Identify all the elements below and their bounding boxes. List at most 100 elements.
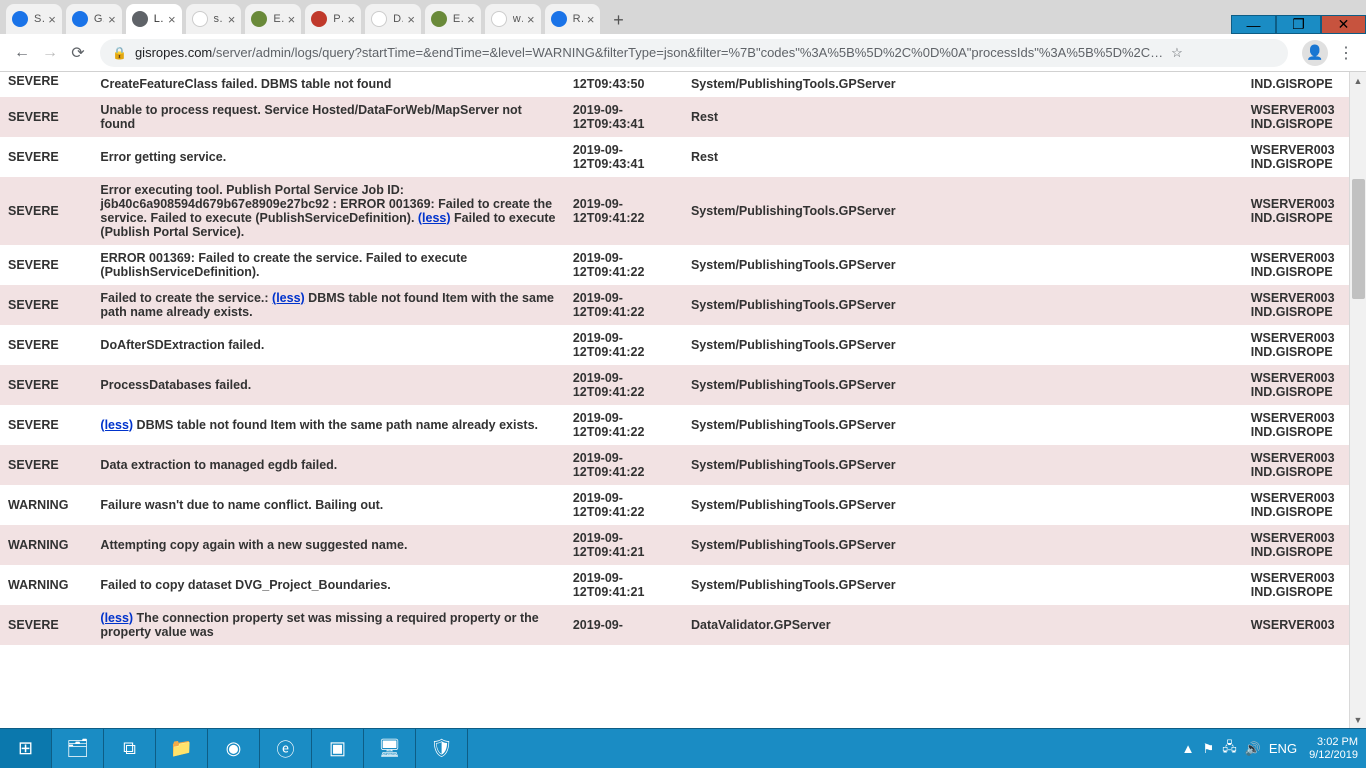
log-message: Failed to copy dataset DVG_Project_Bound…	[92, 565, 564, 605]
tab-favicon	[132, 11, 148, 27]
taskbar-app-button[interactable]: 📁	[156, 729, 208, 768]
start-button[interactable]: ⊞	[0, 729, 52, 768]
browser-tab[interactable]: G Delete the ×	[365, 4, 421, 34]
bookmark-star-icon[interactable]: ☆	[1171, 45, 1183, 61]
browser-tabstrip: Sign in to × Generate × Log Resou ×G sev…	[0, 0, 1366, 34]
browser-tab[interactable]: ROPeS En ×	[545, 4, 601, 34]
tab-title: Sign in to	[34, 13, 44, 25]
tab-close-icon[interactable]: ×	[527, 12, 535, 27]
tray-volume-icon[interactable]: 🔊	[1245, 741, 1261, 757]
log-toggle-link[interactable]: (less)	[418, 211, 451, 225]
window-minimize-button[interactable]: —	[1231, 15, 1276, 34]
window-maximize-button[interactable]: ❐	[1276, 15, 1321, 34]
page-content: SEVERECreateFeatureClass failed. DBMS ta…	[0, 72, 1366, 728]
log-row: SEVEREERROR 001369: Failed to create the…	[0, 245, 1366, 285]
log-level: WARNING	[0, 525, 92, 565]
back-button[interactable]: ←	[8, 39, 36, 67]
tab-favicon	[311, 11, 327, 27]
tray-network-icon[interactable]: 🖧	[1222, 738, 1237, 760]
profile-avatar[interactable]: 👤	[1302, 40, 1328, 66]
tab-title: Log Resou	[154, 13, 164, 25]
browser-tab[interactable]: Log Resou ×	[126, 4, 182, 34]
taskbar-app-button[interactable]: ⧉	[104, 729, 156, 768]
log-source: System/PublishingTools.GPServer	[683, 485, 1243, 525]
log-toggle-link[interactable]: (less)	[272, 291, 305, 305]
log-row: SEVERECreateFeatureClass failed. DBMS ta…	[0, 72, 1366, 97]
tab-close-icon[interactable]: ×	[587, 12, 595, 27]
browser-tab[interactable]: G web map ×	[485, 4, 541, 34]
log-machine: WSERVER003 IND.GISROPE	[1243, 365, 1366, 405]
vertical-scrollbar[interactable]: ▲ ▼	[1349, 72, 1366, 728]
log-message: Unable to process request. Service Hoste…	[92, 97, 564, 137]
taskbar-app-button[interactable]: 🛡	[416, 729, 468, 768]
tab-close-icon[interactable]: ×	[48, 12, 56, 27]
tab-close-icon[interactable]: ×	[288, 12, 296, 27]
window-close-button[interactable]: ✕	[1321, 15, 1366, 34]
log-source: System/PublishingTools.GPServer	[683, 245, 1243, 285]
tab-close-icon[interactable]: ×	[168, 12, 176, 27]
clock-time: 3:02 PM	[1309, 736, 1358, 749]
new-tab-button[interactable]: +	[605, 6, 633, 34]
tray-flag-icon[interactable]: ⚑	[1203, 741, 1215, 757]
tab-close-icon[interactable]: ×	[347, 12, 355, 27]
taskbar-app-button[interactable]: ▣	[312, 729, 364, 768]
browser-tab[interactable]: ERROR: "A ×	[425, 4, 481, 34]
log-level: SEVERE	[0, 72, 92, 97]
log-level: WARNING	[0, 565, 92, 605]
forward-button[interactable]: →	[36, 39, 64, 67]
log-time: 2019-09-12T09:41:22	[565, 177, 683, 245]
tray-expand-icon[interactable]: ▲	[1182, 741, 1195, 756]
taskbar-app-button[interactable]: 🗂	[52, 729, 104, 768]
log-machine: WSERVER003 IND.GISROPE	[1243, 445, 1366, 485]
log-row: SEVERE(less) The connection property set…	[0, 605, 1366, 645]
tab-close-icon[interactable]: ×	[108, 12, 116, 27]
scroll-up-arrow[interactable]: ▲	[1350, 72, 1366, 89]
log-level: SEVERE	[0, 325, 92, 365]
address-bar[interactable]: 🔒 gisropes.com /server/admin/logs/query?…	[100, 39, 1288, 67]
browser-tab[interactable]: G severe err ×	[186, 4, 242, 34]
taskbar-clock[interactable]: 3:02 PM 9/12/2019	[1309, 736, 1358, 761]
log-time: 12T09:43:50	[565, 72, 683, 97]
log-message: CreateFeatureClass failed. DBMS table no…	[92, 72, 564, 97]
tab-title: Error: ERR	[273, 13, 283, 25]
tab-title: Generate	[94, 13, 104, 25]
taskbar-app-button[interactable]: ◉	[208, 729, 260, 768]
tab-title: ERROR: "A	[453, 13, 463, 25]
log-table: SEVERECreateFeatureClass failed. DBMS ta…	[0, 72, 1366, 645]
taskbar-app-button[interactable]: ⓔ	[260, 729, 312, 768]
log-machine: WSERVER003 IND.GISROPE	[1243, 325, 1366, 365]
tray-language[interactable]: ENG	[1269, 741, 1297, 756]
browser-menu-button[interactable]: ⋮	[1334, 43, 1358, 63]
log-toggle-link[interactable]: (less)	[100, 418, 133, 432]
log-source: System/PublishingTools.GPServer	[683, 565, 1243, 605]
tab-close-icon[interactable]: ×	[228, 12, 236, 27]
browser-tab[interactable]: Error: ERR ×	[245, 4, 301, 34]
scroll-thumb[interactable]	[1352, 179, 1365, 299]
tab-favicon	[431, 11, 447, 27]
browser-tab[interactable]: Package s ×	[305, 4, 361, 34]
tab-title: ROPeS En	[573, 13, 583, 25]
tab-favicon: G	[371, 11, 387, 27]
tab-close-icon[interactable]: ×	[407, 12, 415, 27]
log-toggle-link[interactable]: (less)	[100, 611, 133, 625]
taskbar-app-button[interactable]: 🖥	[364, 729, 416, 768]
system-tray[interactable]: ▲ ⚑ 🖧 🔊 ENG 3:02 PM 9/12/2019	[1170, 729, 1366, 768]
scroll-down-arrow[interactable]: ▼	[1350, 711, 1366, 728]
log-message: (less) The connection property set was m…	[92, 605, 564, 645]
log-source: Rest	[683, 137, 1243, 177]
log-row: SEVERE(less) DBMS table not found Item w…	[0, 405, 1366, 445]
clock-date: 9/12/2019	[1309, 749, 1358, 762]
tab-title: web map	[513, 13, 523, 25]
log-machine: WSERVER003	[1243, 605, 1366, 645]
browser-tab[interactable]: Generate ×	[66, 4, 122, 34]
log-machine: WSERVER003 IND.GISROPE	[1243, 177, 1366, 245]
tab-close-icon[interactable]: ×	[467, 12, 475, 27]
browser-toolbar: ← → ⟳ 🔒 gisropes.com /server/admin/logs/…	[0, 34, 1366, 72]
log-row: SEVEREError executing tool. Publish Port…	[0, 177, 1366, 245]
reload-button[interactable]: ⟳	[64, 39, 92, 67]
log-time: 2019-09-12T09:41:22	[565, 245, 683, 285]
log-message: Error getting service.	[92, 137, 564, 177]
log-row: SEVEREUnable to process request. Service…	[0, 97, 1366, 137]
browser-tab[interactable]: Sign in to ×	[6, 4, 62, 34]
log-time: 2019-09-12T09:41:22	[565, 365, 683, 405]
